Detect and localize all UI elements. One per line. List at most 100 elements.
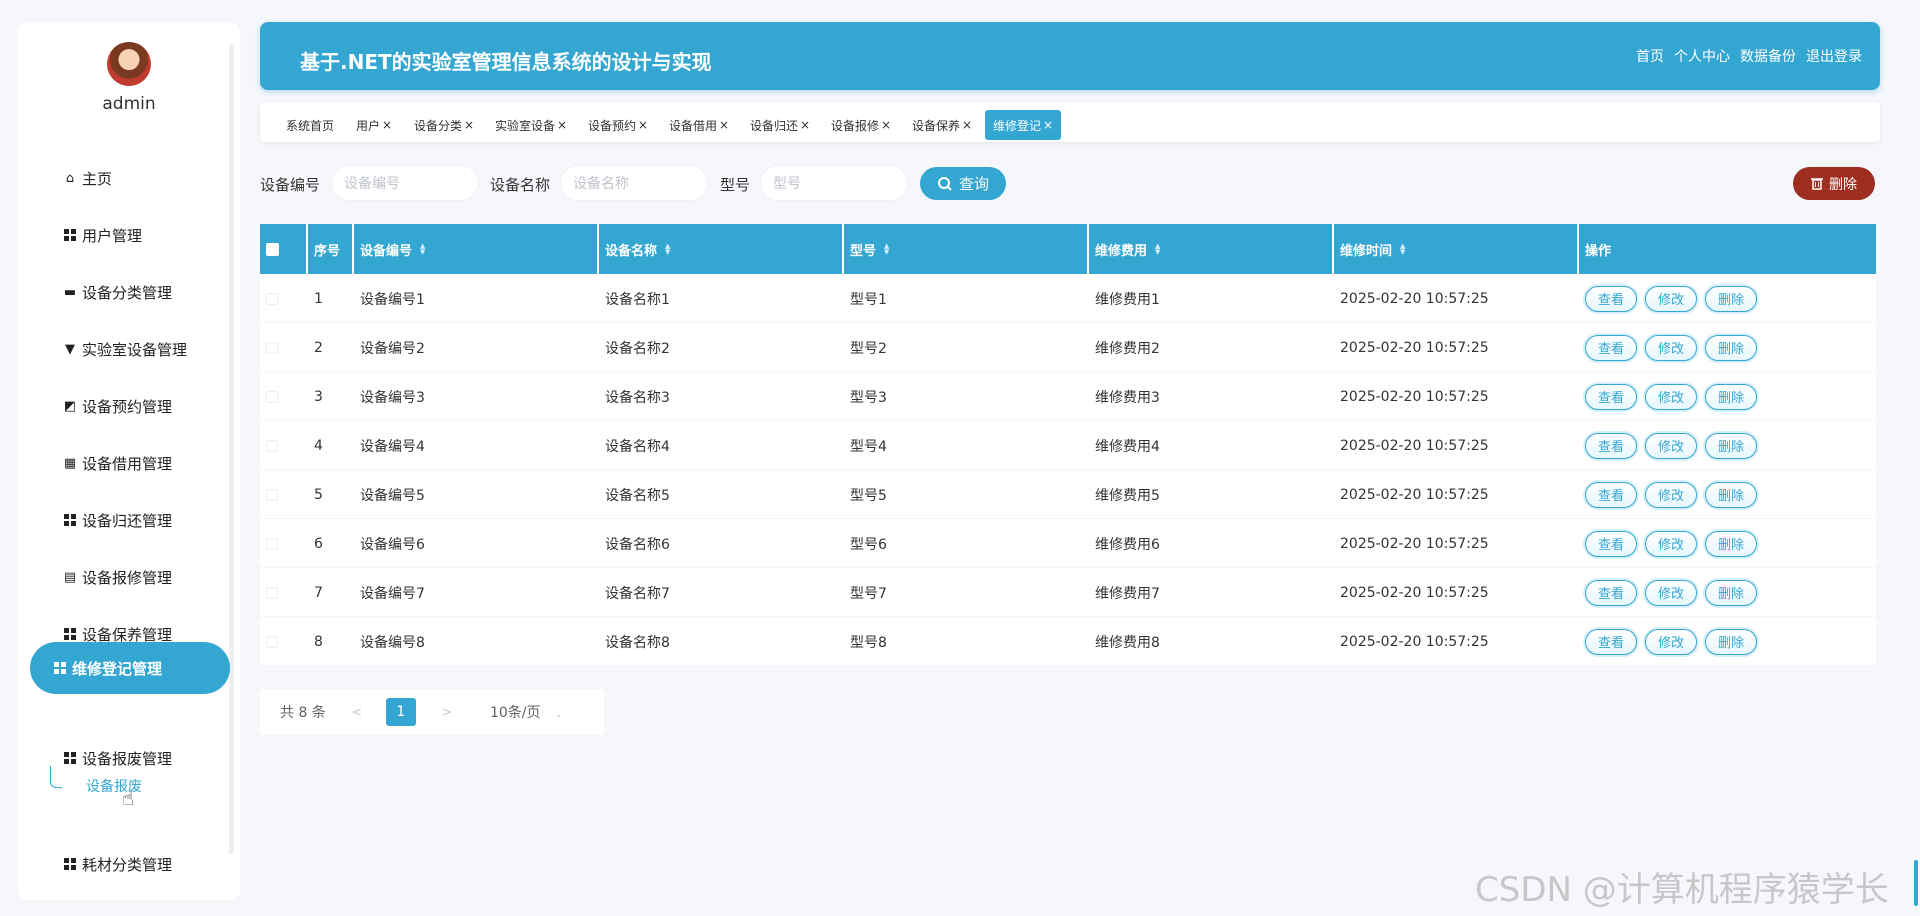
- page-size-select[interactable]: 10条/页 ⌄: [490, 702, 563, 722]
- sidebar-item-scrap[interactable]: 设备报废管理: [62, 744, 172, 772]
- col-device-name[interactable]: 设备名称 ▲ ▼: [599, 224, 842, 274]
- row-checkbox[interactable]: [266, 439, 278, 452]
- cell-index: 6: [314, 535, 323, 552]
- delete-button[interactable]: 删除: [1705, 285, 1758, 312]
- page-size-value: 10条/页: [489, 705, 541, 721]
- sort-icon[interactable]: ▲ ▼: [1400, 243, 1405, 256]
- tab-repair-report[interactable]: 设备报修 ×: [823, 111, 899, 139]
- sidebar-item-home[interactable]: ⌂ 主页: [62, 164, 112, 192]
- row-checkbox[interactable]: [266, 537, 278, 550]
- delete-button[interactable]: 删除: [1705, 383, 1758, 410]
- sort-icon[interactable]: ▲ ▼: [665, 243, 670, 256]
- sidebar-item-repair-report[interactable]: ▤ 设备报修管理: [62, 563, 172, 591]
- cell-device-name: 设备名称1: [605, 291, 670, 308]
- close-icon[interactable]: ×: [464, 118, 474, 132]
- sidebar-item-lab-device[interactable]: ▼ 实验室设备管理: [62, 335, 187, 363]
- edit-button[interactable]: 修改: [1645, 285, 1698, 312]
- delete-button[interactable]: 删除: [1705, 579, 1758, 606]
- view-button[interactable]: 查看: [1585, 481, 1638, 508]
- tab-maintenance[interactable]: 设备保养 ×: [904, 111, 980, 139]
- select-all-checkbox[interactable]: [266, 242, 279, 256]
- device-number-input[interactable]: 设备编号: [331, 165, 479, 201]
- col-repair-cost[interactable]: 维修费用 ▲ ▼: [1089, 224, 1332, 274]
- cell-model: 型号7: [850, 585, 887, 602]
- view-button[interactable]: 查看: [1585, 530, 1638, 557]
- query-button[interactable]: 查询: [920, 167, 1006, 200]
- sidebar-scrollbar[interactable]: [229, 44, 234, 854]
- tab-return[interactable]: 设备归还 ×: [742, 111, 818, 139]
- col-repair-time[interactable]: 维修时间 ▲ ▼: [1334, 224, 1577, 274]
- sidebar-item-consumable-category[interactable]: 耗材分类管理: [62, 850, 172, 878]
- close-icon[interactable]: ×: [719, 118, 729, 132]
- tab-home[interactable]: 系统首页: [278, 111, 342, 139]
- grid-icon: [62, 512, 78, 528]
- cell-device-number: 设备编号2: [360, 340, 425, 357]
- sort-icon[interactable]: ▲ ▼: [884, 243, 889, 256]
- edit-button[interactable]: 修改: [1645, 481, 1698, 508]
- row-checkbox[interactable]: [266, 635, 278, 648]
- row-checkbox[interactable]: [266, 390, 278, 403]
- close-icon[interactable]: ×: [800, 118, 810, 132]
- sort-icon[interactable]: ▲ ▼: [1155, 243, 1160, 256]
- model-input[interactable]: 型号: [760, 165, 908, 201]
- sort-icon[interactable]: ▲ ▼: [420, 243, 425, 256]
- row-checkbox[interactable]: [266, 292, 278, 305]
- view-button[interactable]: 查看: [1585, 432, 1638, 459]
- batch-delete-button[interactable]: 删除: [1793, 167, 1875, 200]
- page-scrollbar[interactable]: [1914, 860, 1918, 906]
- close-icon[interactable]: ×: [557, 118, 567, 132]
- sidebar-item-reservation[interactable]: ◩ 设备预约管理: [62, 392, 172, 420]
- sidebar-item-return[interactable]: 设备归还管理: [62, 506, 172, 534]
- view-button[interactable]: 查看: [1585, 579, 1638, 606]
- row-checkbox[interactable]: [266, 341, 278, 354]
- delete-button[interactable]: 删除: [1705, 628, 1758, 655]
- edit-button[interactable]: 修改: [1645, 579, 1698, 606]
- close-icon[interactable]: ×: [638, 118, 648, 132]
- delete-button[interactable]: 删除: [1705, 432, 1758, 459]
- chevron-down-icon: ⌄: [554, 709, 563, 720]
- page-number-1[interactable]: 1: [385, 698, 416, 726]
- delete-button[interactable]: 删除: [1705, 334, 1758, 361]
- close-icon[interactable]: ×: [962, 118, 972, 132]
- row-checkbox[interactable]: [266, 488, 278, 501]
- edit-button[interactable]: 修改: [1645, 334, 1698, 361]
- delete-button[interactable]: 删除: [1705, 481, 1758, 508]
- table-header: 序号 设备编号 ▲ ▼ 设备名称 ▲ ▼ 型号 ▲ ▼ 维修费用 ▲ ▼ 维修时间 ▲ ▼ 操作: [260, 224, 1876, 274]
- close-icon[interactable]: ×: [1043, 118, 1053, 132]
- nav-logout-link[interactable]: 退出登录: [1806, 46, 1862, 66]
- sidebar-item-users[interactable]: 用户管理: [62, 221, 142, 249]
- edit-button[interactable]: 修改: [1645, 530, 1698, 557]
- view-button[interactable]: 查看: [1585, 628, 1638, 655]
- view-button[interactable]: 查看: [1585, 334, 1638, 361]
- sidebar-item-label: 维修登记管理: [72, 659, 163, 678]
- nav-profile-link[interactable]: 个人中心: [1674, 46, 1730, 66]
- col-model[interactable]: 型号 ▲ ▼: [844, 224, 1087, 274]
- cell-repair-cost: 维修费用3: [1095, 389, 1160, 406]
- edit-button[interactable]: 修改: [1645, 383, 1698, 410]
- tab-reservation[interactable]: 设备预约 ×: [580, 111, 656, 139]
- tab-users[interactable]: 用户 ×: [348, 111, 400, 139]
- avatar[interactable]: [107, 42, 151, 86]
- close-icon[interactable]: ×: [881, 118, 891, 132]
- next-page-icon[interactable]: >: [442, 705, 452, 719]
- edit-button[interactable]: 修改: [1645, 432, 1698, 459]
- close-icon[interactable]: ×: [382, 118, 392, 132]
- edit-button[interactable]: 修改: [1645, 628, 1698, 655]
- sidebar-item-repair-registration[interactable]: 维修登记管理: [30, 642, 230, 694]
- grid9-icon: ▦: [63, 455, 77, 471]
- delete-button[interactable]: 删除: [1705, 530, 1758, 557]
- tab-lab-device[interactable]: 实验室设备 ×: [487, 111, 575, 139]
- row-checkbox[interactable]: [266, 586, 278, 599]
- view-button[interactable]: 查看: [1585, 383, 1638, 410]
- prev-page-icon[interactable]: <: [352, 705, 362, 719]
- col-device-number[interactable]: 设备编号 ▲ ▼: [354, 224, 597, 274]
- nav-backup-link[interactable]: 数据备份: [1740, 46, 1796, 66]
- tab-repair-registration[interactable]: 维修登记 ×: [985, 110, 1062, 140]
- nav-home-link[interactable]: 首页: [1636, 46, 1664, 66]
- sidebar-item-device-category[interactable]: ▬ 设备分类管理: [62, 278, 172, 306]
- view-button[interactable]: 查看: [1585, 285, 1638, 312]
- tab-device-category[interactable]: 设备分类 ×: [406, 111, 482, 139]
- device-name-input[interactable]: 设备名称: [560, 165, 708, 201]
- sidebar-item-borrow[interactable]: ▦ 设备借用管理: [62, 449, 172, 477]
- tab-borrow[interactable]: 设备借用 ×: [661, 111, 737, 139]
